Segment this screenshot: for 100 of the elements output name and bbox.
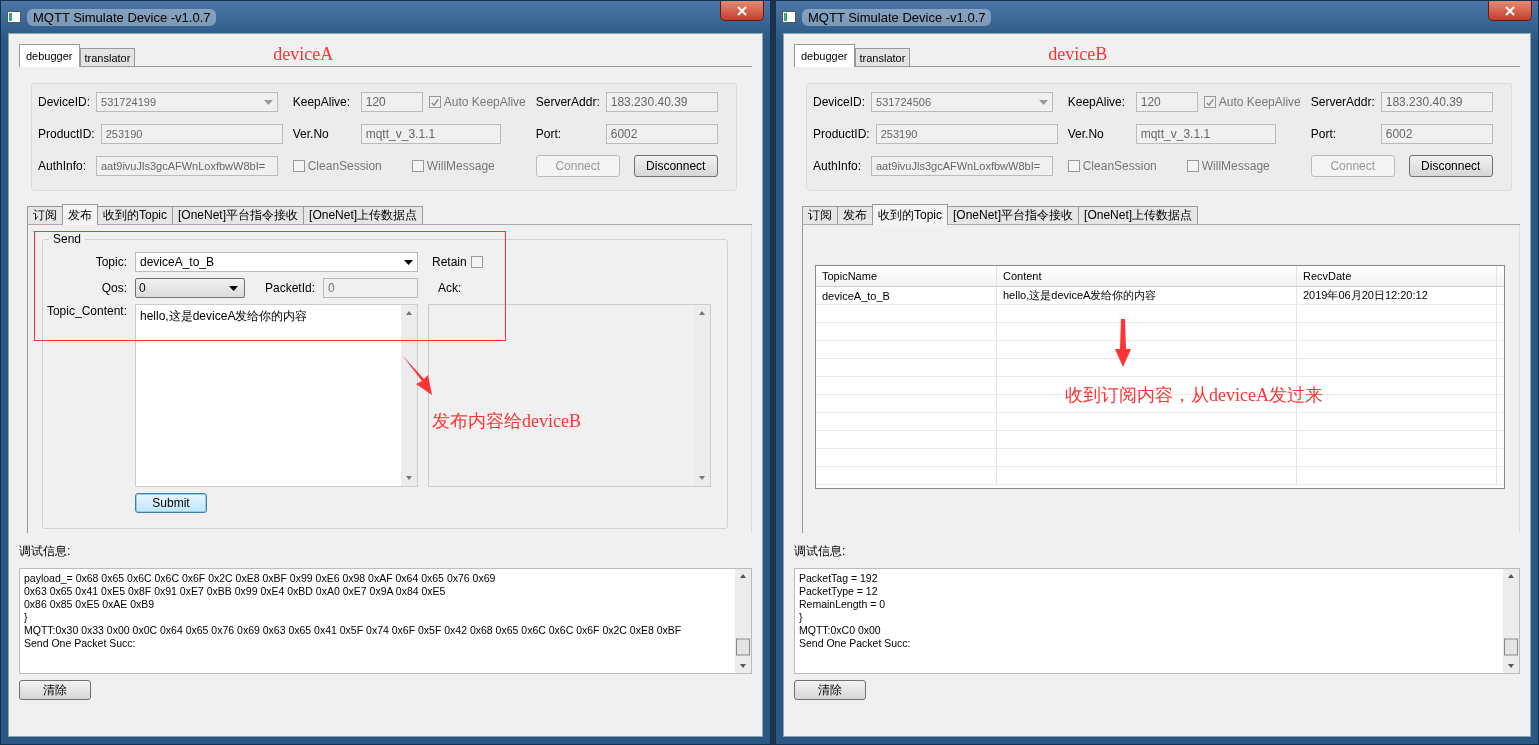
annotation-label: deviceA bbox=[273, 43, 334, 65]
field-label: Port: bbox=[1310, 127, 1338, 141]
auth-info-field[interactable]: aat9ivuJls3gcAFWnLoxfbwW8bI= bbox=[871, 156, 1053, 176]
log-line: MQTT:0xC0 0x00 bbox=[799, 624, 881, 637]
window-title: MQTT Simulate Device -v1.0.7 bbox=[27, 8, 217, 26]
content-text: hello,这是deviceA发给你的内容 bbox=[140, 308, 308, 325]
caret-icon bbox=[404, 259, 413, 265]
column-header[interactable]: Content bbox=[997, 266, 1297, 286]
tab[interactable]: 收到的Topic bbox=[872, 204, 948, 225]
log-line: Send One Packet Succ: bbox=[799, 637, 911, 650]
caret-icon bbox=[229, 285, 238, 291]
log-line: 0x63 0x65 0x41 0xE5 0x8F 0x91 0xE7 0xBB 0x99 0xE4 0xBD 0xA0 0xE7 0x9A 0x84 0xE5 bbox=[24, 585, 446, 598]
keep-alive-field[interactable]: 120 bbox=[360, 92, 423, 112]
checkbox[interactable] bbox=[428, 96, 441, 108]
server-address-field[interactable]: 183.230.40.39 bbox=[1380, 92, 1493, 112]
device-id-combobox[interactable]: 531724506 bbox=[871, 92, 1053, 112]
tab[interactable]: translator bbox=[854, 48, 911, 66]
checkbox[interactable] bbox=[1067, 160, 1080, 172]
log-line: payload_= 0x68 0x65 0x6C 0x6C 0x6F 0x2C 0xE8 0xBF 0x99 0xE6 0x98 0xAF 0x64 0x65 0x76 0x69 bbox=[24, 572, 496, 585]
close-button[interactable] bbox=[720, 1, 764, 21]
version-field[interactable]: mqtt_v_3.1.1 bbox=[360, 124, 501, 144]
table-cell: hello,这是deviceA发给你的内容 bbox=[997, 287, 1297, 304]
annotation-arrow bbox=[1115, 319, 1131, 367]
log-label: 调试信息: bbox=[794, 543, 847, 560]
checkbox[interactable] bbox=[292, 160, 305, 172]
tab[interactable]: [OneNet]平台指令接收 bbox=[947, 206, 1080, 224]
tab[interactable]: [OneNet]上传数据点 bbox=[303, 206, 424, 224]
clear-button[interactable]: 清除 bbox=[19, 680, 91, 700]
field-label: Port: bbox=[535, 127, 563, 141]
field-label: Qos: bbox=[100, 281, 127, 295]
app-icon bbox=[7, 11, 21, 23]
checkbox-label: WillMessage bbox=[1201, 159, 1270, 173]
app-icon bbox=[782, 11, 796, 23]
field-label: AuthInfo: bbox=[38, 159, 88, 173]
checkbox-label: CleanSession bbox=[1082, 159, 1157, 173]
clear-button[interactable]: 清除 bbox=[794, 680, 866, 700]
annotation-label: deviceB bbox=[1048, 43, 1108, 65]
caret-icon bbox=[1039, 99, 1048, 105]
keep-alive-field[interactable]: 120 bbox=[1135, 92, 1198, 112]
connection-button[interactable]: Disconnect bbox=[1408, 155, 1493, 177]
connection-button[interactable]: Disconnect bbox=[633, 155, 718, 177]
column-header[interactable]: RecvDate bbox=[1297, 266, 1497, 286]
tab[interactable]: 发布 bbox=[62, 204, 98, 225]
checkbox-label: WillMessage bbox=[426, 159, 495, 173]
column-header[interactable]: TopicName bbox=[816, 266, 997, 286]
log-line: 0x86 0x85 0xE5 0xAE 0xB9 bbox=[24, 598, 155, 611]
submit-button[interactable]: Submit bbox=[135, 493, 207, 513]
ack-textarea[interactable] bbox=[428, 304, 711, 487]
table-cell: 2019年06月20日12:20:12 bbox=[1297, 287, 1497, 304]
product-id-field[interactable]: 253190 bbox=[875, 124, 1058, 144]
tab[interactable]: debugger bbox=[19, 44, 80, 67]
tab[interactable]: 订阅 bbox=[802, 206, 838, 224]
tab[interactable]: [OneNet]上传数据点 bbox=[1078, 206, 1199, 224]
annotation-label: 发布内容给deviceB bbox=[432, 410, 581, 433]
field-label: Ver.No bbox=[1067, 127, 1105, 141]
field-label: Ack: bbox=[438, 281, 462, 295]
tab[interactable]: translator bbox=[79, 48, 136, 66]
checkbox[interactable] bbox=[411, 160, 424, 172]
tab[interactable]: [OneNet]平台指令接收 bbox=[172, 206, 305, 224]
checkbox[interactable] bbox=[470, 256, 483, 268]
topic-combobox[interactable]: deviceA_to_B bbox=[135, 252, 418, 272]
port-field[interactable]: 6002 bbox=[605, 124, 718, 144]
tab[interactable]: 收到的Topic bbox=[97, 206, 173, 224]
tab[interactable]: 发布 bbox=[837, 206, 873, 224]
close-button[interactable] bbox=[1488, 1, 1532, 21]
checkbox-label: Retain bbox=[432, 255, 467, 269]
server-address-field[interactable]: 183.230.40.39 bbox=[605, 92, 718, 112]
log-line: Send One Packet Succ: bbox=[24, 637, 136, 650]
field-label: KeepAlive: bbox=[1067, 95, 1127, 109]
log-textarea[interactable] bbox=[19, 568, 752, 674]
annotation-label: 收到订阅内容，从deviceA发过来 bbox=[1065, 384, 1323, 407]
tab[interactable]: 订阅 bbox=[27, 206, 63, 224]
scrollbar[interactable] bbox=[1503, 569, 1519, 673]
field-label: Topic_Content: bbox=[45, 304, 127, 318]
checkbox-label: CleanSession bbox=[307, 159, 382, 173]
version-field[interactable]: mqtt_v_3.1.1 bbox=[1135, 124, 1276, 144]
field-label: ProductID: bbox=[38, 127, 95, 141]
scrollbar[interactable] bbox=[735, 569, 751, 673]
caret-icon bbox=[264, 99, 273, 105]
product-id-field[interactable]: 253190 bbox=[100, 124, 283, 144]
qos-combobox[interactable]: 0 bbox=[135, 278, 245, 298]
checkbox[interactable] bbox=[1186, 160, 1199, 172]
log-line: RemainLength = 0 bbox=[799, 598, 886, 611]
log-line: PacketType = 12 bbox=[799, 585, 878, 598]
field-label: ServerAddr: bbox=[1310, 95, 1375, 109]
port-field[interactable]: 6002 bbox=[1380, 124, 1493, 144]
log-textarea[interactable]: PacketTag = 192 PacketType = 12 RemainLength = 0 } MQTT:0xC0 0x00 Send One Packet Succ: bbox=[794, 568, 1520, 674]
group-title: Send bbox=[49, 232, 86, 246]
device-id-combobox[interactable]: 531724199 bbox=[96, 92, 278, 112]
tab[interactable]: debugger bbox=[794, 44, 855, 67]
log-label: 调试信息: bbox=[19, 543, 72, 560]
scrollbar[interactable] bbox=[401, 305, 417, 486]
field-label: Ver.No bbox=[292, 127, 330, 141]
field-label: AuthInfo: bbox=[813, 159, 863, 173]
checkbox[interactable] bbox=[1203, 96, 1216, 108]
close-icon bbox=[1505, 5, 1515, 16]
log-line: } bbox=[799, 611, 803, 624]
table-cell: deviceA_to_B bbox=[816, 287, 997, 304]
auth-info-field[interactable]: aat9ivuJls3gcAFWnLoxfbwW8bI= bbox=[96, 156, 278, 176]
content-textarea[interactable]: hello,这是deviceA发给你的内容 bbox=[135, 304, 418, 487]
